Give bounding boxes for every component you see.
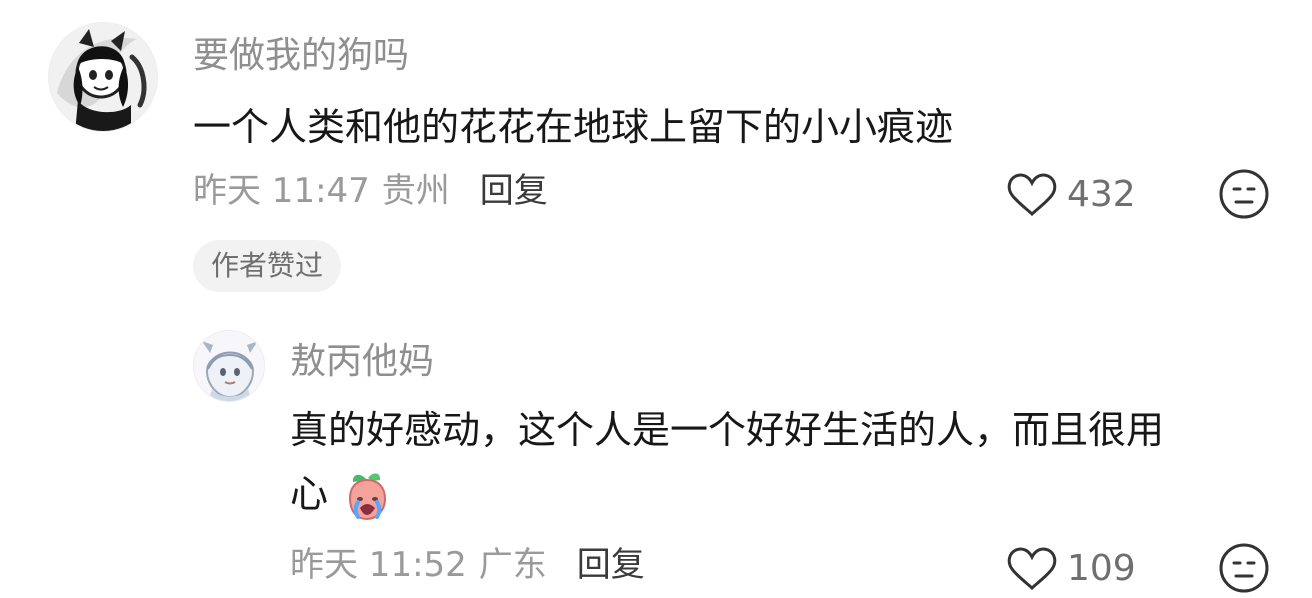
crying-peach-emoji-icon xyxy=(349,472,387,520)
emoji-neutral-icon xyxy=(1219,543,1269,593)
reply-comment-line-2: 心 xyxy=(290,462,1270,526)
main-comment-like-count: 432 xyxy=(1067,174,1136,215)
main-comment-like-button[interactable]: 432 xyxy=(1005,171,1136,219)
reply-comment-reply-button[interactable]: 回复 xyxy=(577,548,645,582)
reply-commenter-name[interactable]: 敖丙他妈 xyxy=(290,344,434,380)
reply-comment-text: 真的好感动，这个人是一个好好生活的人，而且很用 心 xyxy=(290,398,1270,526)
reply-comment-line-1: 真的好感动，这个人是一个好好生活的人，而且很用 xyxy=(290,408,1165,452)
main-commenter-avatar[interactable] xyxy=(48,22,158,132)
main-comment-reply-button[interactable]: 回复 xyxy=(480,174,548,208)
anime-cat-girl-avatar-icon xyxy=(49,23,157,131)
reply-comment-like-button[interactable]: 109 xyxy=(1005,545,1136,593)
emoji-neutral-icon xyxy=(1219,169,1269,219)
reply-comment-heart-char: 心 xyxy=(290,472,329,516)
main-comment-text: 一个人类和他的花花在地球上留下的小小痕迹 xyxy=(193,105,954,149)
reply-comment-emoji-button[interactable] xyxy=(1218,542,1270,594)
main-commenter-name[interactable]: 要做我的狗吗 xyxy=(193,38,409,74)
reply-comment-meta: 昨天 11:52 广东 回复 xyxy=(290,548,645,582)
author-liked-badge: 作者赞过 xyxy=(193,240,342,292)
heart-icon xyxy=(1007,547,1057,591)
white-haired-character-avatar-icon xyxy=(194,331,264,401)
main-comment-location: 贵州 xyxy=(381,171,450,211)
main-comment-meta: 昨天 11:47 贵州 回复 xyxy=(193,174,548,208)
main-comment-time: 昨天 11:47 xyxy=(193,171,370,211)
reply-comment-time: 昨天 11:52 xyxy=(290,545,467,585)
heart-icon xyxy=(1007,173,1057,217)
reply-commenter-avatar[interactable] xyxy=(193,330,265,402)
reply-comment-like-count: 109 xyxy=(1067,548,1136,589)
main-comment-emoji-button[interactable] xyxy=(1218,168,1270,220)
reply-comment-location: 广东 xyxy=(478,545,547,585)
